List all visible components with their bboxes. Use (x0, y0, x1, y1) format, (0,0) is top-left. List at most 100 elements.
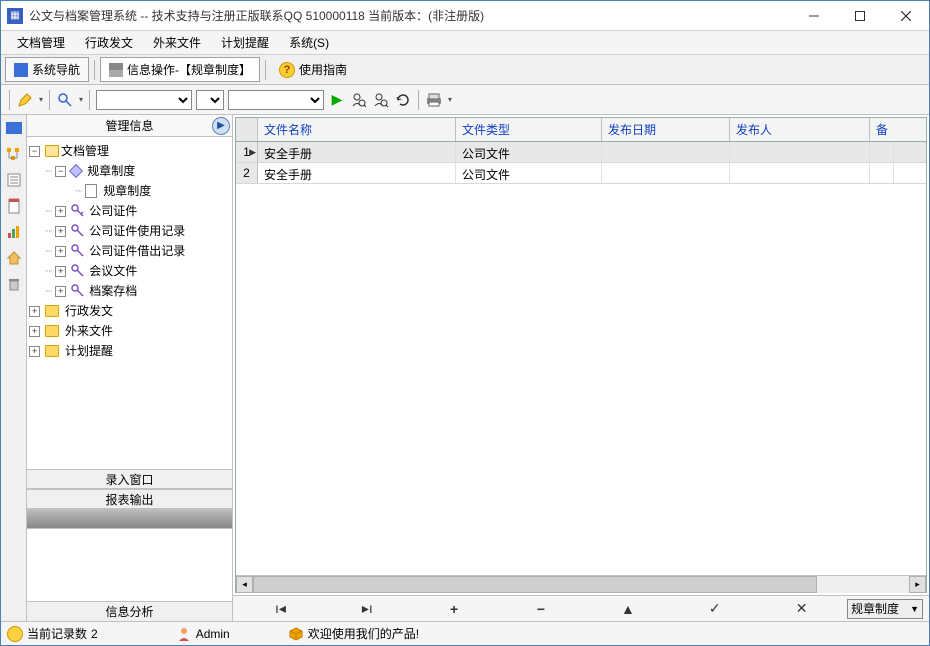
filter-combo-2[interactable] (196, 90, 224, 110)
sidebar-view-icon[interactable] (5, 119, 23, 137)
minimize-button[interactable] (791, 1, 837, 30)
expand-icon[interactable]: + (55, 246, 66, 257)
sidebar-trash-icon[interactable] (5, 275, 23, 293)
expand-icon[interactable]: + (55, 266, 66, 277)
scroll-thumb[interactable] (253, 576, 817, 593)
find-person-button[interactable] (350, 91, 368, 109)
tree-node-regulations-child[interactable]: ┈ 规章制度 (75, 181, 230, 201)
edit-button[interactable] (16, 91, 34, 109)
table-row[interactable]: 2 安全手册 公司文件 (236, 163, 926, 184)
tree-node-archive[interactable]: ┈+档案存档 (45, 281, 230, 301)
cell-filetype[interactable]: 公司文件 (456, 163, 602, 183)
scroll-track[interactable] (253, 576, 909, 593)
panel-spacer (27, 529, 232, 601)
left-panel: 管理信息 ▶ − 文档管理 ┈ (27, 115, 233, 621)
edit-dropdown[interactable]: ▾ (39, 95, 43, 104)
menu-external[interactable]: 外来文件 (143, 31, 211, 54)
print-dropdown[interactable]: ▾ (448, 95, 452, 104)
find-person-button-2[interactable] (372, 91, 390, 109)
tab-label: 系统导航 (32, 61, 80, 78)
filter-combo-1[interactable] (96, 90, 192, 110)
expand-icon[interactable]: − (29, 146, 40, 157)
tab-info-operation[interactable]: 信息操作-【规章制度】 (100, 57, 260, 82)
filter-combo-3[interactable] (228, 90, 324, 110)
sidebar-list-icon[interactable] (5, 171, 23, 189)
col-header-filetype[interactable]: 文件类型 (456, 118, 602, 141)
menu-doc-manage[interactable]: 文档管理 (7, 31, 75, 54)
panel-collapse-button[interactable]: ▶ (212, 117, 230, 135)
cell-publisher[interactable] (730, 163, 870, 183)
tree-node-regulations[interactable]: ┈ − 规章制度 (45, 161, 230, 181)
panel-section-input[interactable]: 录入窗口 (27, 469, 232, 489)
col-header-filename[interactable]: 文件名称 (258, 118, 456, 141)
col-header-publisher[interactable]: 发布人 (730, 118, 870, 141)
nav-first-button[interactable]: ı◂ (239, 599, 322, 619)
current-row-marker: ▶ (249, 147, 256, 158)
menu-system[interactable]: 系统(S) (279, 31, 339, 54)
cell-remark[interactable] (870, 163, 894, 183)
tree-view[interactable]: − 文档管理 ┈ − 规章制度 (27, 137, 232, 469)
col-header-pubdate[interactable]: 发布日期 (602, 118, 730, 141)
table-row[interactable]: 1▶ 安全手册 公司文件 (236, 142, 926, 163)
tree-node-cert[interactable]: ┈+公司证件 (45, 201, 230, 221)
menu-admin-doc[interactable]: 行政发文 (75, 31, 143, 54)
separator (94, 60, 95, 80)
expand-icon[interactable]: + (29, 326, 40, 337)
menu-plan[interactable]: 计划提醒 (211, 31, 279, 54)
cell-filename[interactable]: 安全手册 (258, 142, 456, 162)
col-header-remark[interactable]: 备 (870, 118, 894, 141)
app-window: ▦ 公文与档案管理系统 -- 技术支持与注册正版联系QQ 510000118 当… (0, 0, 930, 646)
panel-section-report[interactable]: 报表输出 (27, 489, 232, 509)
close-button[interactable] (883, 1, 929, 30)
tree-node-cert-borrow[interactable]: ┈+公司证件借出记录 (45, 241, 230, 261)
tab-guide[interactable]: ? 使用指南 (271, 58, 355, 81)
sidebar-chart-icon[interactable] (5, 223, 23, 241)
separator (49, 90, 50, 110)
cell-filename[interactable]: 安全手册 (258, 163, 456, 183)
expand-icon[interactable]: + (55, 226, 66, 237)
cell-publisher[interactable] (730, 142, 870, 162)
cell-pubdate[interactable] (602, 142, 730, 162)
panel-section-analysis[interactable]: 信息分析 (27, 601, 232, 621)
nav-confirm-button[interactable]: ✓ (673, 599, 756, 619)
tab-system-nav[interactable]: 系统导航 (5, 57, 89, 82)
expand-icon[interactable]: + (29, 306, 40, 317)
tree-node-meeting[interactable]: ┈+会议文件 (45, 261, 230, 281)
cell-filetype[interactable]: 公司文件 (456, 142, 602, 162)
horizontal-scrollbar[interactable]: ◂ ▸ (236, 575, 926, 592)
print-button[interactable] (425, 91, 443, 109)
expand-icon[interactable]: − (55, 166, 66, 177)
tree-node-doc-manage[interactable]: − 文档管理 (29, 141, 230, 161)
refresh-button[interactable] (394, 91, 412, 109)
tree-node-admin-doc[interactable]: +行政发文 (29, 301, 230, 321)
folder-icon (45, 305, 59, 317)
scroll-left-button[interactable]: ◂ (236, 576, 253, 593)
cell-pubdate[interactable] (602, 163, 730, 183)
expand-icon[interactable]: + (29, 346, 40, 357)
row-number: 1▶ (236, 142, 258, 162)
folder-icon (45, 325, 59, 337)
sidebar-home-icon[interactable] (5, 249, 23, 267)
welcome-text: 欢迎使用我们的产品! (308, 625, 419, 642)
sidebar-doc-icon[interactable] (5, 197, 23, 215)
tree-node-plan[interactable]: +计划提醒 (29, 341, 230, 361)
search-dropdown[interactable]: ▾ (79, 95, 83, 104)
nav-remove-button[interactable]: − (500, 599, 583, 619)
tree-node-cert-use[interactable]: ┈+公司证件使用记录 (45, 221, 230, 241)
nav-cancel-button[interactable]: ✕ (760, 599, 843, 619)
run-button[interactable]: ▶ (328, 91, 346, 109)
maximize-button[interactable] (837, 1, 883, 30)
nav-last-button[interactable]: ▸ı (326, 599, 409, 619)
tree-node-external[interactable]: +外来文件 (29, 321, 230, 341)
scroll-right-button[interactable]: ▸ (909, 576, 926, 593)
nav-category-combo[interactable]: 规章制度 ▼ (847, 599, 923, 619)
tree-label: 档案存档 (89, 282, 137, 300)
grid-body[interactable]: 1▶ 安全手册 公司文件 2 安全手册 公司文件 (236, 142, 926, 575)
expand-icon[interactable]: + (55, 286, 66, 297)
nav-add-button[interactable]: + (413, 599, 496, 619)
expand-icon[interactable]: + (55, 206, 66, 217)
search-button[interactable] (56, 91, 74, 109)
sidebar-tree-icon[interactable] (5, 145, 23, 163)
cell-remark[interactable] (870, 142, 894, 162)
nav-up-button[interactable]: ▲ (586, 599, 669, 619)
